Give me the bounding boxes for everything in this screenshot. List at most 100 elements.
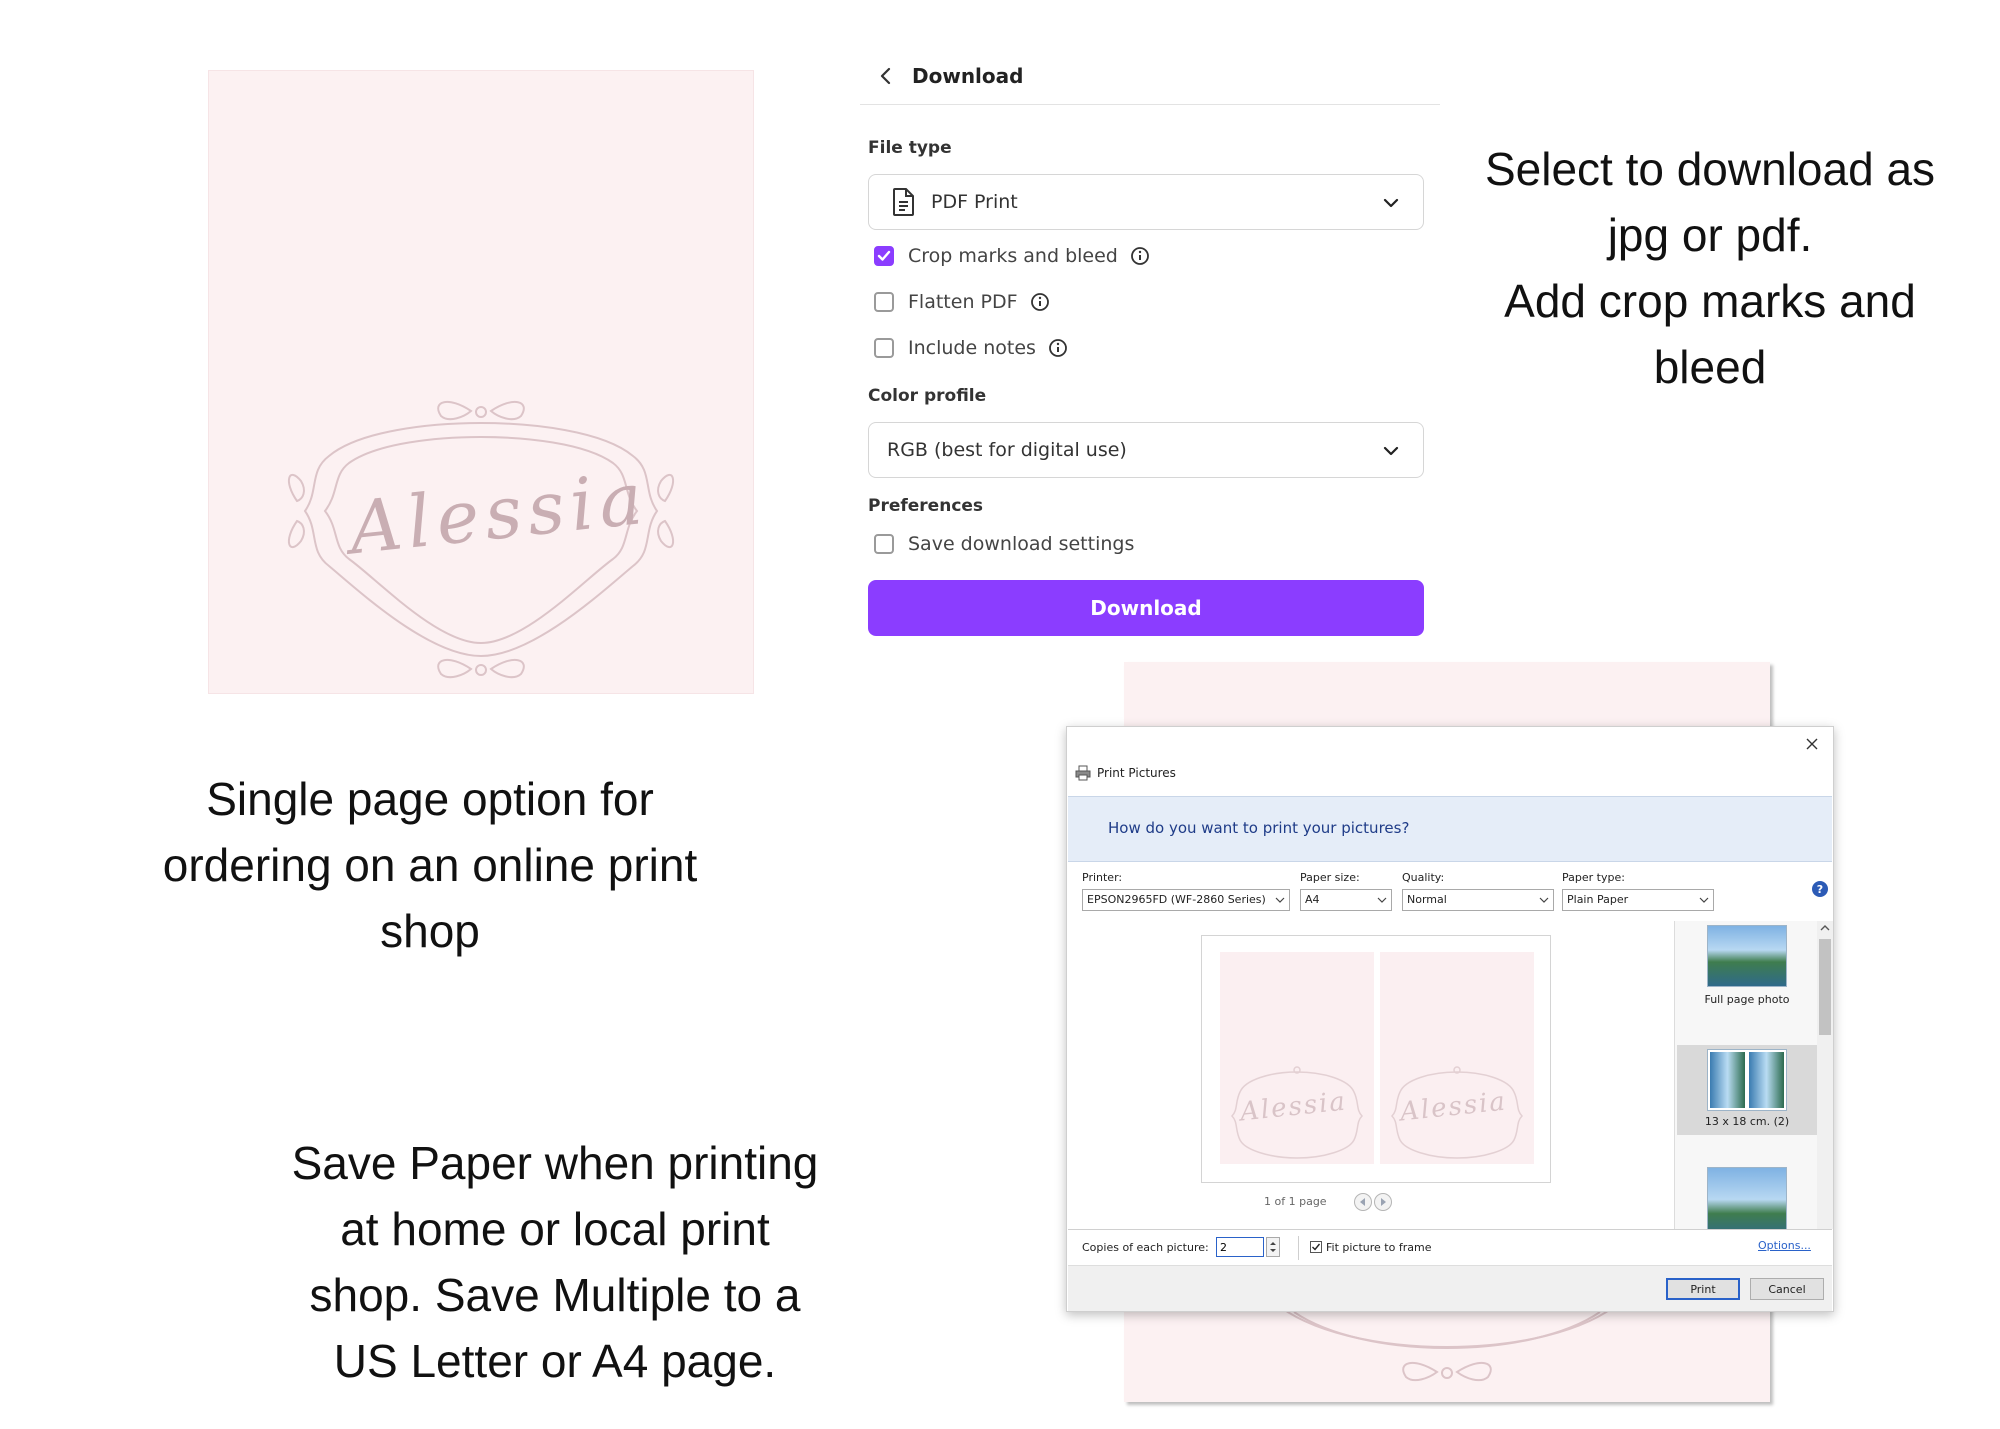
divider [1298, 1236, 1299, 1260]
caption-line: US Letter or A4 page. [333, 1335, 777, 1387]
printer-icon [1075, 765, 1091, 781]
close-icon [1806, 738, 1818, 750]
option-flatten-pdf: Flatten PDF [874, 288, 1050, 316]
preview-photo: Alessia [1220, 952, 1374, 1164]
layout-full-page-photo[interactable]: Full page photo [1677, 923, 1817, 1013]
help-icon[interactable]: ? [1812, 881, 1828, 897]
close-button[interactable] [1801, 733, 1823, 755]
panel-title: Download [912, 64, 1024, 88]
layout-option[interactable] [1677, 1165, 1817, 1229]
option-crop-marks: Crop marks and bleed [874, 242, 1150, 270]
chevron-down-icon [1377, 897, 1387, 903]
preview-photo: Alessia [1380, 952, 1534, 1164]
paper-size-select[interactable]: A4 [1300, 889, 1392, 911]
caption-line: bleed [1653, 341, 1767, 393]
thumbnail-photo [1749, 1052, 1784, 1108]
caption-line: Single page option for [206, 773, 654, 825]
fit-to-frame-checkbox[interactable] [1310, 1241, 1322, 1253]
ornamental-frame [287, 401, 675, 679]
file-type-label: File type [868, 138, 952, 158]
layout-13x18-two[interactable]: 13 x 18 cm. (2) [1677, 1045, 1817, 1135]
chevron-left-icon [880, 67, 891, 85]
print-button[interactable]: Print [1666, 1278, 1740, 1300]
ornamental-frame [1390, 1066, 1524, 1159]
print-preview-area: Alessia Alessia 1 of 1 page [1068, 921, 1674, 1229]
copies-bar: Copies of each picture: Fit picture to f… [1068, 1229, 1832, 1266]
layout-list: Full page photo 13 x 18 cm. (2) [1674, 921, 1833, 1229]
quality-label: Quality: [1402, 871, 1445, 884]
printer-select[interactable]: EPSON2965FD (WF-2860 Series) [1082, 889, 1290, 911]
info-icon[interactable] [1030, 292, 1050, 312]
layout-label: Full page photo [1704, 993, 1790, 1006]
paper-type-value: Plain Paper [1567, 893, 1629, 906]
preferences-label: Preferences [868, 496, 984, 516]
dialog-footer: Print Cancel [1068, 1265, 1832, 1311]
paper-size-label: Paper size: [1300, 871, 1360, 884]
printer-label: Printer: [1082, 871, 1123, 884]
option-label: Include notes [908, 337, 1036, 359]
copies-label: Copies of each picture: [1082, 1241, 1209, 1254]
file-type-value: PDF Print [931, 191, 1018, 213]
caption-line: ordering on an online print [162, 839, 698, 891]
arrow-left-icon [1360, 1198, 1365, 1206]
copies-input[interactable] [1216, 1237, 1264, 1257]
scroll-thumb[interactable] [1819, 939, 1831, 1035]
thumbnail-photo [1710, 1052, 1745, 1108]
download-button[interactable]: Download [868, 580, 1424, 636]
landscape-thumbnail [1707, 925, 1787, 987]
caption-line: Save Paper when printing [291, 1137, 819, 1189]
option-label: Flatten PDF [908, 291, 1018, 313]
info-icon[interactable] [1130, 246, 1150, 266]
print-pictures-dialog: Print Pictures How do you want to print … [1066, 726, 1834, 1312]
chevron-down-icon [1383, 446, 1399, 456]
document-icon [893, 188, 914, 216]
caption-line: Add crop marks and [1504, 275, 1916, 327]
previous-page-button[interactable] [1354, 1193, 1372, 1211]
dialog-title: Print Pictures [1097, 766, 1176, 780]
caption-download-format: Select to download as jpg or pdf. Add cr… [1450, 136, 1970, 400]
page-count: 1 of 1 page [1264, 1195, 1327, 1208]
include-notes-checkbox[interactable] [874, 338, 894, 358]
chevron-down-icon [1275, 897, 1285, 903]
checkmark-icon [877, 250, 891, 261]
cancel-button[interactable]: Cancel [1750, 1278, 1824, 1300]
chevron-down-icon [1383, 198, 1399, 208]
option-label: Save download settings [908, 533, 1135, 555]
caption-line: Select to download as [1484, 143, 1936, 195]
quality-value: Normal [1407, 893, 1447, 906]
next-page-button[interactable] [1374, 1193, 1392, 1211]
panel-header: Download [860, 50, 1440, 105]
crop-marks-checkbox[interactable] [874, 246, 894, 266]
spinner-arrows-icon [1270, 1242, 1276, 1252]
arrow-right-icon [1381, 1198, 1386, 1206]
file-type-select[interactable]: PDF Print [868, 174, 1424, 230]
color-profile-label: Color profile [868, 386, 987, 406]
color-profile-select[interactable]: RGB (best for digital use) [868, 422, 1424, 478]
quality-select[interactable]: Normal [1402, 889, 1554, 911]
dialog-question: How do you want to print your pictures? [1108, 819, 1410, 837]
chevron-down-icon [1699, 897, 1709, 903]
caption-line: jpg or pdf. [1607, 209, 1813, 261]
save-settings-checkbox[interactable] [874, 534, 894, 554]
preview-sheet: Alessia Alessia [1201, 935, 1551, 1183]
checkmark-icon [1312, 1243, 1321, 1251]
paper-type-select[interactable]: Plain Paper [1562, 889, 1714, 911]
option-save-settings: Save download settings [874, 530, 1134, 558]
options-link[interactable]: Options... [1758, 1239, 1811, 1252]
info-icon[interactable] [1048, 338, 1068, 358]
layout-label: 13 x 18 cm. (2) [1704, 1115, 1790, 1128]
flatten-pdf-checkbox[interactable] [874, 292, 894, 312]
layout-scrollbar[interactable] [1817, 921, 1833, 1229]
back-button[interactable] [872, 62, 900, 90]
caption-single-page: Single page option for ordering on an on… [130, 766, 730, 964]
copies-spinner[interactable] [1266, 1237, 1280, 1257]
design-preview-card: Alessia [209, 71, 753, 693]
landscape-thumbnail [1707, 1167, 1787, 1229]
color-profile-value: RGB (best for digital use) [887, 439, 1127, 461]
chevron-up-icon [1820, 925, 1830, 931]
ornamental-frame [1230, 1066, 1364, 1159]
caption-line: shop [380, 905, 480, 957]
fit-to-frame-label: Fit picture to frame [1326, 1241, 1432, 1254]
printer-value: EPSON2965FD (WF-2860 Series) [1087, 893, 1266, 906]
dialog-banner: How do you want to print your pictures? [1068, 796, 1832, 862]
